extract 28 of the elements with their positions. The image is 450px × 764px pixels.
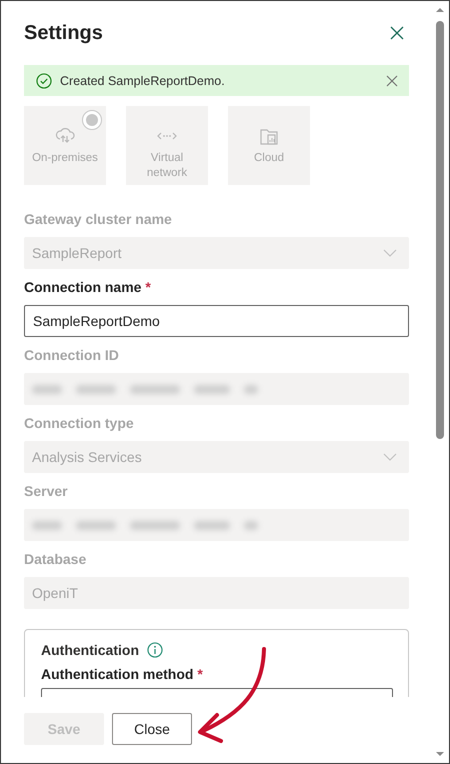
banner-message: Created SampleReportDemo. <box>60 74 226 88</box>
gateway-type-tile[interactable]: Cloud <box>228 106 310 185</box>
section-title: Authentication <box>41 642 139 658</box>
scrollbar-thumb[interactable] <box>436 21 444 439</box>
field-label: Connection type <box>24 414 134 433</box>
gateway-type-tile[interactable]: Virtual network <box>126 106 208 185</box>
panel-title: Settings <box>24 22 103 44</box>
tile-label: Cloud <box>252 151 286 166</box>
field-label: Connection ID <box>24 346 119 365</box>
scroll-up-icon[interactable] <box>435 5 445 15</box>
field-label: Connection name * <box>24 278 151 297</box>
input-field[interactable]: SampleReportDemo <box>24 305 409 337</box>
dismiss-icon[interactable] <box>385 74 399 88</box>
tile-label: On-premises <box>31 151 99 166</box>
gateway-type-tile[interactable]: On-premises <box>24 106 106 185</box>
input-field[interactable] <box>24 509 409 541</box>
field-label: Authentication method * <box>41 666 203 682</box>
close-icon <box>390 26 404 40</box>
field-label: Gateway cluster name <box>24 210 172 229</box>
scroll-down-icon[interactable] <box>435 749 445 759</box>
field-label: Server <box>24 482 68 501</box>
input-field[interactable] <box>24 373 409 405</box>
field-label: Database <box>24 550 86 569</box>
info-icon[interactable] <box>147 642 163 658</box>
radio-selected-icon <box>82 110 102 130</box>
tile-label: Virtual network <box>146 151 188 181</box>
dialog-button[interactable]: Close <box>112 713 192 745</box>
check-circle-icon <box>36 72 52 88</box>
